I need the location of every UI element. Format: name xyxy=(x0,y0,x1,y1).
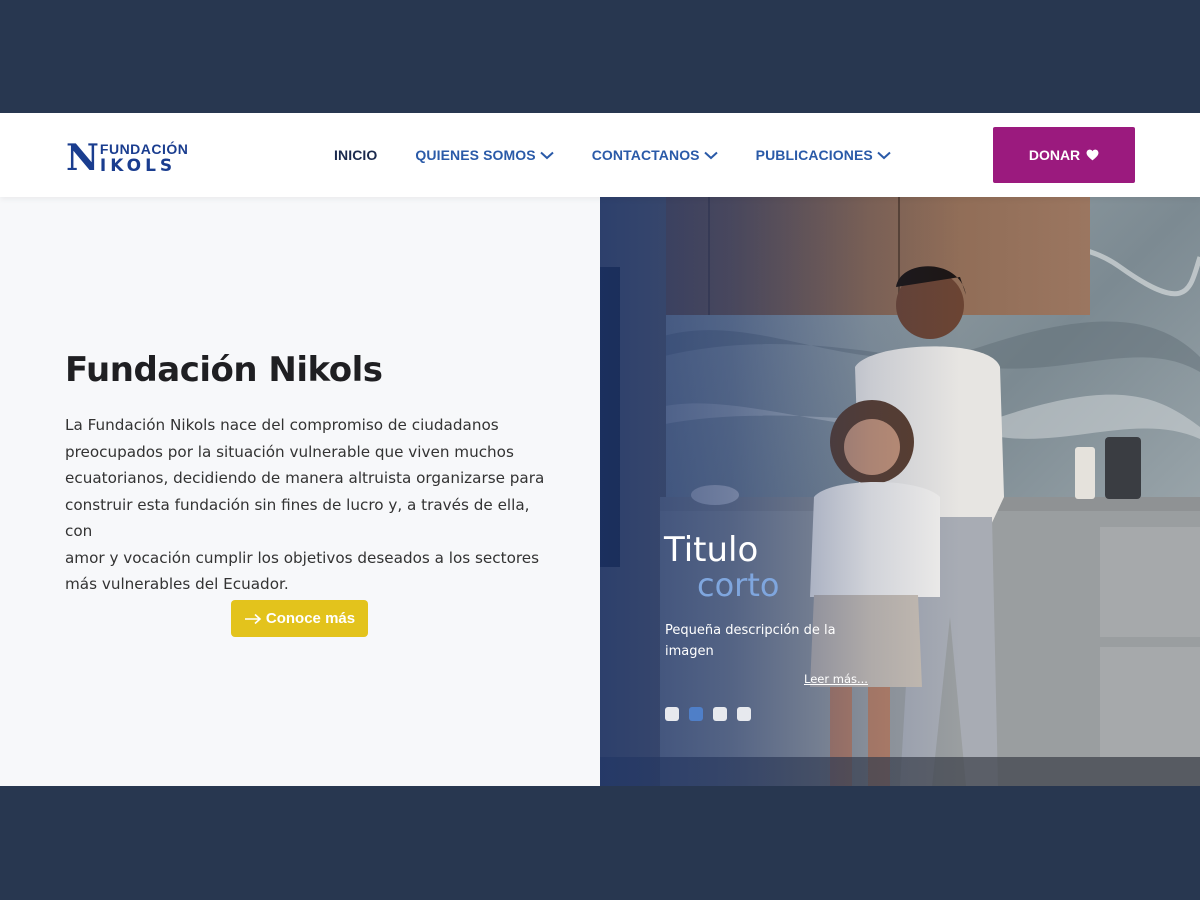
slider-dot-3[interactable] xyxy=(713,707,727,721)
leer-mas-link[interactable]: Leer más... xyxy=(804,672,868,686)
conoce-mas-button[interactable]: Conoce más xyxy=(231,600,368,637)
nav-item-quienes-somos[interactable]: QUIENES SOMOS xyxy=(415,147,554,163)
chevron-down-icon xyxy=(703,151,718,159)
main-nav: INICIO QUIENES SOMOS CONTACTANOS PUBLICA… xyxy=(334,147,891,163)
hero-paragraph-line: La Fundación Nikols nace del compromiso … xyxy=(65,416,499,434)
hero-paragraph-line: ecuatorianos, decidiendo de manera altru… xyxy=(65,469,545,487)
chevron-down-icon xyxy=(540,151,554,159)
nav-item-label: PUBLICACIONES xyxy=(755,147,873,163)
chevron-down-icon xyxy=(877,151,891,159)
hero-paragraph-line: más vulnerables del Ecuador. xyxy=(65,575,289,593)
site-header: N FUNDACIÓN IKOLS INICIO QUIENES SOMOS C… xyxy=(0,113,1200,197)
logo[interactable]: N FUNDACIÓN IKOLS xyxy=(66,137,189,179)
heart-icon xyxy=(1086,149,1099,161)
nav-item-contactanos[interactable]: CONTACTANOS xyxy=(592,147,718,163)
slide-title: Titulo xyxy=(664,530,759,570)
nav-item-label: INICIO xyxy=(334,147,378,163)
arrow-right-icon xyxy=(244,613,262,624)
website-page: N FUNDACIÓN IKOLS INICIO QUIENES SOMOS C… xyxy=(0,113,1200,786)
slider-dot-1[interactable] xyxy=(665,707,679,721)
hero-title: Fundación Nikols xyxy=(65,350,383,390)
hero-paragraph-line: preocupados por la situación vulnerable … xyxy=(65,442,514,461)
slider-dot-4[interactable] xyxy=(737,707,751,721)
nav-item-label: QUIENES SOMOS xyxy=(415,147,536,163)
nav-item-inicio[interactable]: INICIO xyxy=(334,147,377,163)
hero-paragraph-line: amor y vocación cumplir los objetivos de… xyxy=(65,548,540,567)
slide-description: Pequeña descripción de la imagen xyxy=(665,623,836,659)
slide-overlay xyxy=(600,197,1200,786)
slider-dot-2[interactable] xyxy=(689,707,703,721)
logo-line1: FUNDACIÓN xyxy=(99,141,189,157)
donate-label: DONAR xyxy=(1028,147,1081,163)
logo-line2: IKOLS xyxy=(99,156,177,176)
hero-slider: Titulo corto Pequeña descripción de la i… xyxy=(600,197,1200,786)
cta-label: Conoce más xyxy=(265,610,356,627)
slide-subtitle: corto xyxy=(697,566,780,604)
hero-paragraph-line: construir esta fundación sin fines de lu… xyxy=(65,495,530,541)
logo-letter: N xyxy=(66,137,99,179)
nav-item-publicaciones[interactable]: PUBLICACIONES xyxy=(756,147,891,163)
hero-intro: Fundación Nikols La Fundación Nikols nac… xyxy=(65,350,545,598)
slider-dots xyxy=(665,707,751,721)
hero-paragraph: La Fundación Nikols nace del compromiso … xyxy=(65,412,545,598)
logo-text: FUNDACIÓN IKOLS xyxy=(100,142,189,175)
nav-item-label: CONTACTANOS xyxy=(591,147,700,163)
donate-button[interactable]: DONAR xyxy=(993,127,1135,183)
